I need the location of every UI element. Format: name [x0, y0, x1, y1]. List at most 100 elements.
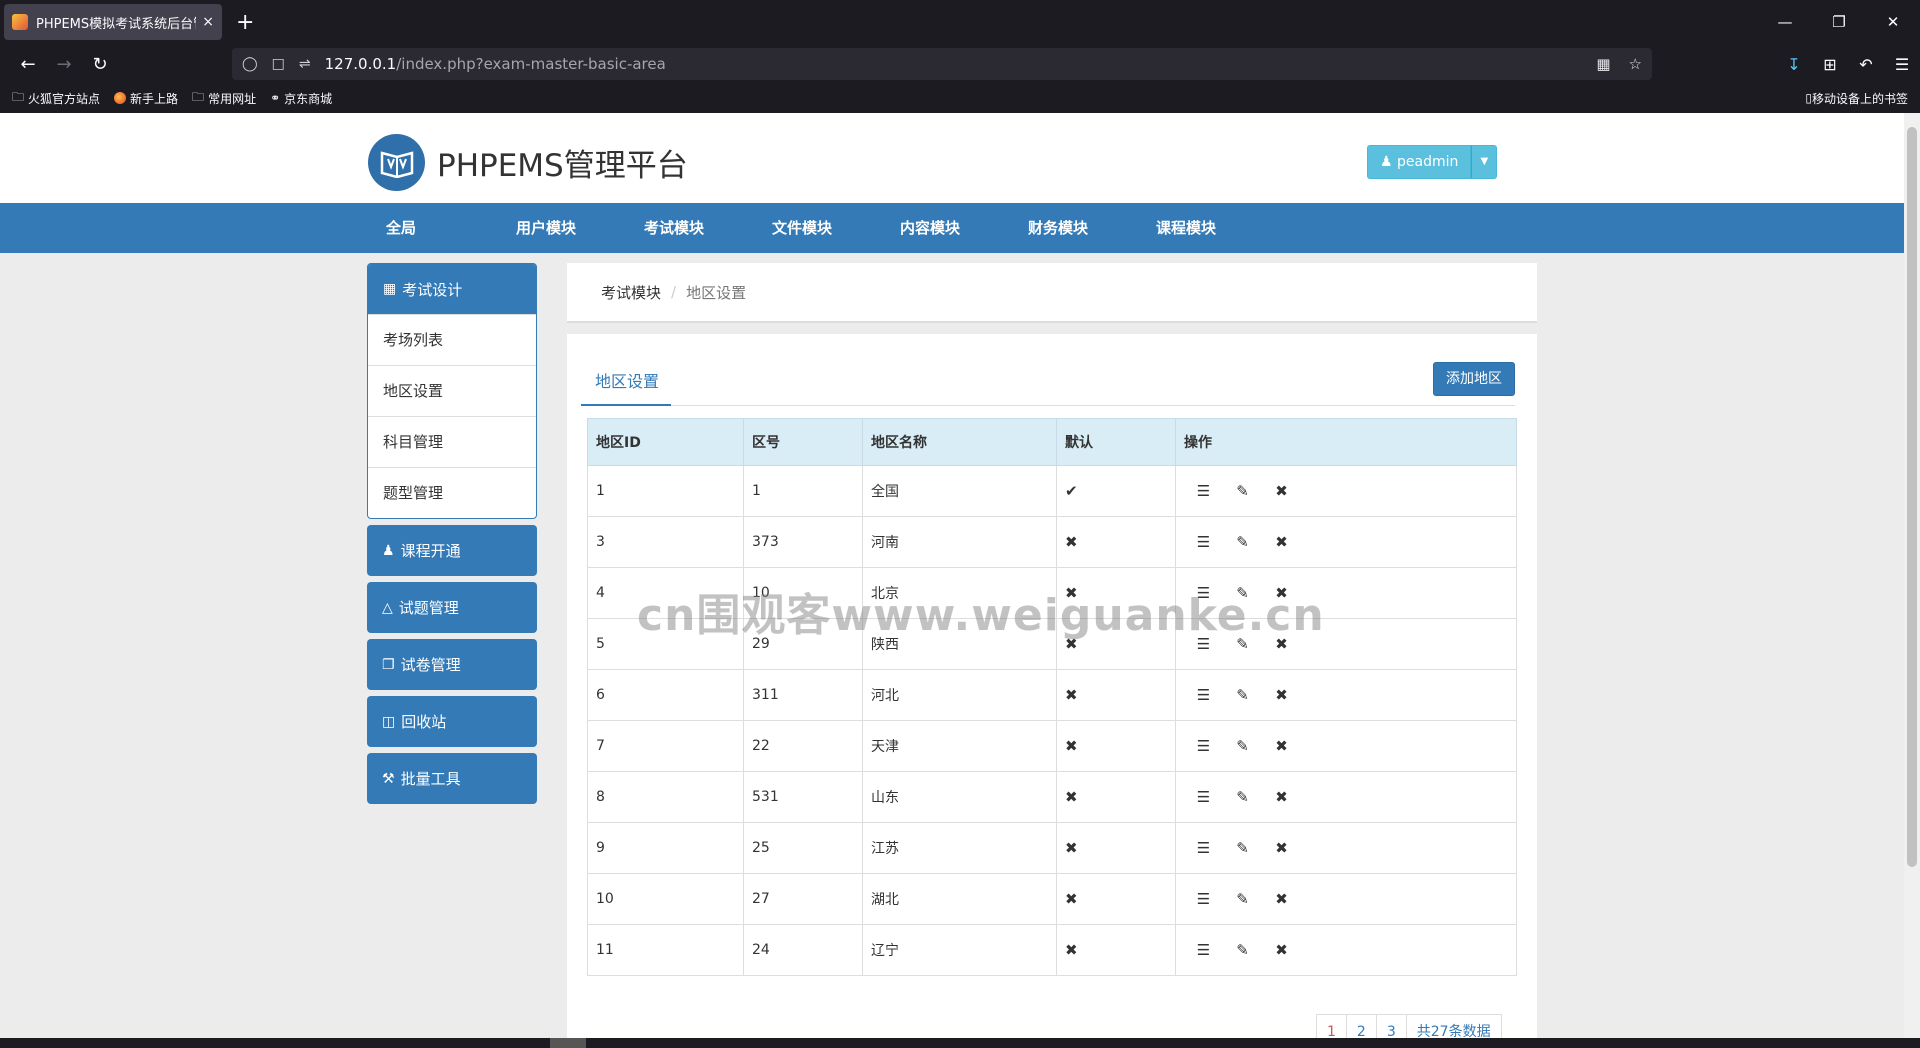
bookmark-item[interactable]: ⚭ 京东商城	[270, 90, 332, 107]
qr-code-icon[interactable]: ▦	[1596, 55, 1610, 73]
sidebar-section-title[interactable]: ▦ 考试设计	[368, 264, 536, 314]
bottom-bar-segment	[550, 1038, 586, 1048]
edit-icon[interactable]: ✎	[1223, 788, 1262, 806]
delete-icon[interactable]: ✖	[1262, 686, 1301, 704]
browser-tab[interactable]: PHPEMS模拟考试系统后台管理 ×	[4, 4, 222, 40]
table-row: 11 24 辽宁 ✖ ☰ ✎ ✖	[587, 924, 1517, 976]
nav-item-exam[interactable]: 考试模块	[644, 203, 772, 253]
mobile-bookmarks[interactable]: ▯ 移动设备上的书签	[1805, 86, 1908, 110]
list-icon[interactable]: ☰	[1184, 941, 1223, 959]
list-icon[interactable]: ☰	[1184, 482, 1223, 500]
list-icon[interactable]: ☰	[1184, 788, 1223, 806]
forward-icon[interactable]: →	[46, 54, 82, 75]
page-link-3[interactable]: 3	[1375, 1014, 1407, 1038]
shield-icon[interactable]: ◯	[242, 56, 258, 72]
reload-icon[interactable]: ↻	[82, 54, 118, 75]
sidebar-btn-recycle[interactable]: ◫ 回收站	[367, 696, 537, 747]
list-icon[interactable]: ☰	[1184, 686, 1223, 704]
edit-icon[interactable]: ✎	[1223, 584, 1262, 602]
list-icon[interactable]: ☰	[1184, 635, 1223, 653]
edit-icon[interactable]: ✎	[1223, 839, 1262, 857]
breadcrumb-module[interactable]: 考试模块	[601, 282, 661, 303]
edit-icon[interactable]: ✎	[1223, 941, 1262, 959]
bookmark-item[interactable]: 新手上路	[114, 90, 178, 107]
page-scrollbar[interactable]	[1904, 113, 1920, 1038]
row-actions: ☰ ✎ ✖	[1184, 533, 1301, 551]
nav-item-finance[interactable]: 财务模块	[1028, 203, 1156, 253]
sidebar-item-exam-list[interactable]: 考场列表	[368, 314, 536, 365]
restore-icon[interactable]: ❐	[1812, 0, 1866, 44]
sidebar-item-area-settings[interactable]: 地区设置	[368, 365, 536, 416]
edit-icon[interactable]: ✎	[1223, 533, 1262, 551]
delete-icon[interactable]: ✖	[1262, 788, 1301, 806]
minimize-icon[interactable]: —	[1758, 0, 1812, 44]
delete-icon[interactable]: ✖	[1262, 635, 1301, 653]
cell-actions: ☰ ✎ ✖	[1175, 873, 1517, 925]
edit-icon[interactable]: ✎	[1223, 482, 1262, 500]
cross-icon: ✖	[1065, 941, 1078, 959]
menu-icon[interactable]: ☰	[1884, 55, 1920, 74]
bookmark-item[interactable]: 🗀 常用网址	[192, 88, 256, 109]
row-actions: ☰ ✎ ✖	[1184, 890, 1301, 908]
edit-icon[interactable]: ✎	[1223, 890, 1262, 908]
tab-area-settings[interactable]: 地区设置	[581, 362, 671, 406]
url-bar[interactable]: ◯ □ ⇌ 127.0.0.1/index.php?exam-master-ba…	[232, 48, 1652, 80]
list-icon[interactable]: ☰	[1184, 584, 1223, 602]
folder-icon: 🗀	[12, 89, 25, 104]
delete-icon[interactable]: ✖	[1262, 533, 1301, 551]
row-actions: ☰ ✎ ✖	[1184, 635, 1301, 653]
nav-item-user[interactable]: 用户模块	[516, 203, 644, 253]
tab-close-icon[interactable]: ×	[202, 14, 214, 30]
sidebar-item-subjects[interactable]: 科目管理	[368, 416, 536, 467]
nav-item-file[interactable]: 文件模块	[772, 203, 900, 253]
cell-default: ✖	[1056, 771, 1176, 823]
back-icon[interactable]: ←	[10, 54, 46, 75]
content-tabs: 地区设置 添加地区	[581, 362, 1515, 406]
crop-icon[interactable]: ⊞	[1812, 55, 1848, 74]
delete-icon[interactable]: ✖	[1262, 941, 1301, 959]
cell-area-code: 22	[743, 720, 863, 772]
delete-icon[interactable]: ✖	[1262, 482, 1301, 500]
sidebar-btn-batch-tools[interactable]: ⚒ 批量工具	[367, 753, 537, 804]
add-area-button[interactable]: 添加地区	[1433, 362, 1515, 396]
list-icon[interactable]: ☰	[1184, 890, 1223, 908]
page-link-2[interactable]: 2	[1345, 1014, 1377, 1038]
nav-item-content[interactable]: 内容模块	[900, 203, 1028, 253]
sidebar-btn-papers[interactable]: ❐ 试卷管理	[367, 639, 537, 690]
new-tab-button[interactable]: +	[236, 10, 254, 35]
list-icon[interactable]: ☰	[1184, 737, 1223, 755]
cell-actions: ☰ ✎ ✖	[1175, 516, 1517, 568]
sidebar-item-question-types[interactable]: 题型管理	[368, 467, 536, 518]
user-button[interactable]: ♟ peadmin	[1367, 145, 1472, 179]
bookmark-star-icon[interactable]: ☆	[1629, 55, 1642, 73]
scrollbar-thumb[interactable]	[1907, 127, 1917, 867]
site-logo[interactable]: PHPEMS管理平台	[368, 134, 688, 191]
chevron-down-icon[interactable]: ▼	[1471, 145, 1498, 179]
download-icon[interactable]: ↧	[1776, 55, 1812, 74]
nav-item-global[interactable]: 全局	[386, 203, 516, 253]
nav-item-course[interactable]: 课程模块	[1156, 203, 1284, 253]
delete-icon[interactable]: ✖	[1262, 584, 1301, 602]
sidebar-btn-course-open[interactable]: ♟ 课程开通	[367, 525, 537, 576]
page-icon: □	[271, 56, 285, 72]
sidebar-btn-questions[interactable]: △ 试题管理	[367, 582, 537, 633]
delete-icon[interactable]: ✖	[1262, 890, 1301, 908]
delete-icon[interactable]: ✖	[1262, 839, 1301, 857]
bookmark-item[interactable]: 🗀 火狐官方站点	[12, 88, 100, 109]
edit-icon[interactable]: ✎	[1223, 686, 1262, 704]
cell-area-id: 7	[587, 720, 744, 772]
close-window-icon[interactable]: ✕	[1866, 0, 1920, 44]
user-menu[interactable]: ♟ peadmin ▼	[1367, 145, 1498, 179]
permissions-icon[interactable]: ⇌	[299, 56, 311, 72]
delete-icon[interactable]: ✖	[1262, 737, 1301, 755]
list-icon[interactable]: ☰	[1184, 839, 1223, 857]
page-link-1[interactable]: 1	[1316, 1014, 1347, 1038]
grid-icon: ▦	[383, 281, 397, 297]
edit-icon[interactable]: ✎	[1223, 737, 1262, 755]
cell-area-id: 3	[587, 516, 744, 568]
table-row: 3 373 河南 ✖ ☰ ✎ ✖	[587, 516, 1517, 568]
undo-icon[interactable]: ↶	[1848, 55, 1884, 74]
edit-icon[interactable]: ✎	[1223, 635, 1262, 653]
list-icon[interactable]: ☰	[1184, 533, 1223, 551]
url-text[interactable]: 127.0.0.1/index.php?exam-master-basic-ar…	[325, 55, 666, 73]
